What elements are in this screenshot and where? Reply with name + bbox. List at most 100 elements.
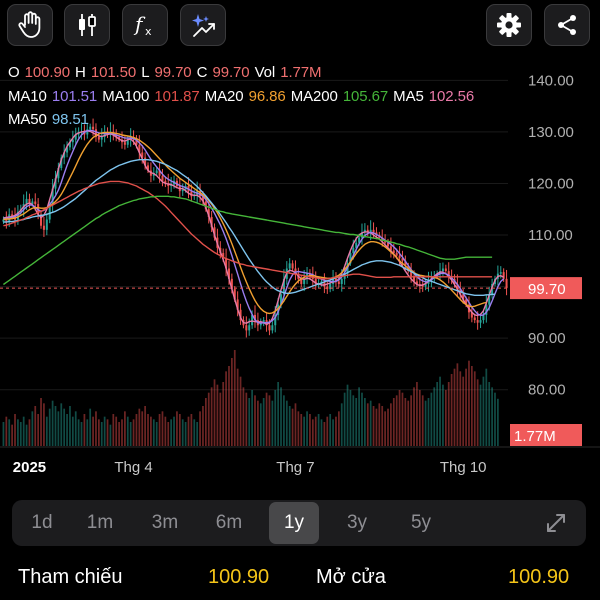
volume-bar [225, 371, 227, 446]
volume-bar [236, 368, 239, 446]
volume-bar [63, 408, 66, 446]
volume-bar [407, 400, 410, 446]
volume-bar [369, 400, 372, 446]
volume-bar [488, 382, 491, 446]
volume-bar [22, 416, 25, 446]
x-tick-label: Thg 10 [440, 459, 487, 476]
volume-bar [245, 392, 248, 446]
candle-body [123, 142, 126, 145]
indicator-button[interactable]: f x [122, 4, 168, 46]
volume-bar [109, 424, 112, 446]
candle-body [271, 325, 274, 331]
volume-bar [176, 411, 178, 446]
range-tab-1m[interactable]: 1m [78, 500, 122, 546]
volume-bar [340, 403, 343, 446]
range-tab-5y[interactable]: 5y [399, 500, 443, 546]
volume-bar [57, 411, 60, 446]
volume-bar [392, 398, 395, 446]
volume-bar [112, 414, 115, 446]
volume-bar [320, 419, 323, 446]
volume-bar [150, 416, 152, 446]
volume-bar [14, 414, 16, 446]
range-tab-3y[interactable]: 3y [335, 500, 379, 546]
y-tick-label: 110.00 [528, 227, 573, 244]
volume-bar [231, 358, 233, 446]
volume-bar [372, 406, 375, 446]
volume-bar [349, 390, 352, 446]
volume-bar [277, 382, 279, 446]
volume-bar [355, 398, 358, 446]
y-tick-label: 80.00 [528, 382, 566, 399]
volume-bar [398, 390, 401, 446]
settings-button[interactable] [486, 4, 532, 46]
volume-bar [228, 366, 230, 446]
volume-bar [54, 406, 57, 446]
candle-body [476, 320, 479, 323]
y-tick-label: 120.00 [528, 175, 574, 192]
volume-bar [459, 371, 462, 446]
volume-bar [28, 419, 31, 446]
reference-price-label: Tham chiếu [18, 566, 123, 588]
volume-bar [465, 368, 467, 446]
candle-body [92, 126, 95, 130]
volume-bar [439, 376, 441, 446]
volume-bar [361, 392, 363, 446]
volume-bar [306, 411, 308, 446]
share-button[interactable] [544, 4, 590, 46]
volume-bar [158, 414, 161, 446]
volume-bar [121, 419, 123, 446]
volume-bar [257, 400, 259, 446]
volume-bar [187, 416, 190, 446]
volume-bar [25, 424, 28, 446]
volume-bar [83, 414, 86, 446]
volume-bar [45, 416, 48, 446]
volume-bar [479, 384, 482, 446]
volume-bar [60, 403, 63, 446]
candle-body [259, 323, 262, 326]
volume-bar [69, 406, 71, 446]
volume-bar [326, 416, 329, 446]
range-tab-3m[interactable]: 3m [143, 500, 187, 546]
range-tab-6m[interactable]: 6m [207, 500, 251, 546]
range-tab-1y[interactable]: 1y [269, 502, 319, 544]
volume-bar [401, 392, 404, 446]
volume-bar [497, 398, 499, 446]
volume-bar [288, 406, 291, 446]
volume-bar [433, 387, 436, 446]
candle-body [395, 253, 398, 256]
candlestick-button[interactable] [64, 4, 110, 46]
candle-body [352, 247, 355, 254]
volume-bar [343, 392, 346, 446]
candle-body [441, 268, 444, 272]
volume-bar [80, 422, 83, 446]
volume-bar [152, 419, 155, 446]
expand-icon [547, 514, 565, 532]
range-tab-1d[interactable]: 1d [20, 500, 64, 546]
volume-bar [444, 390, 447, 446]
volume-bar [436, 382, 439, 446]
volume-bar [118, 422, 120, 446]
volume-bar [115, 416, 118, 446]
hand-tool-button[interactable] [7, 4, 53, 46]
volume-bar [34, 406, 37, 446]
last-price-tag-label: 99.70 [528, 281, 566, 298]
volume-bar [204, 398, 207, 446]
candle-body [245, 325, 248, 331]
y-tick-label: 130.00 [528, 124, 574, 141]
drawing-button[interactable] [180, 4, 226, 46]
price-chart[interactable]: 99.70 1.77M 140.00 130.00 120.00 110.00 90.00 8… [0, 70, 600, 480]
volume-bar [311, 419, 314, 446]
volume-bar [86, 419, 89, 446]
expand-button[interactable] [544, 511, 568, 535]
volume-bar [135, 414, 138, 446]
volume-bar [378, 403, 381, 446]
candle-body [502, 272, 505, 279]
volume-bar [97, 419, 100, 446]
volume-bar [468, 360, 470, 446]
volume-bar [364, 398, 366, 446]
volume-bar [100, 422, 103, 446]
volume-bar [424, 400, 427, 446]
volume-bar [11, 424, 13, 446]
candle-body [161, 175, 164, 181]
volume-bar [216, 384, 219, 446]
